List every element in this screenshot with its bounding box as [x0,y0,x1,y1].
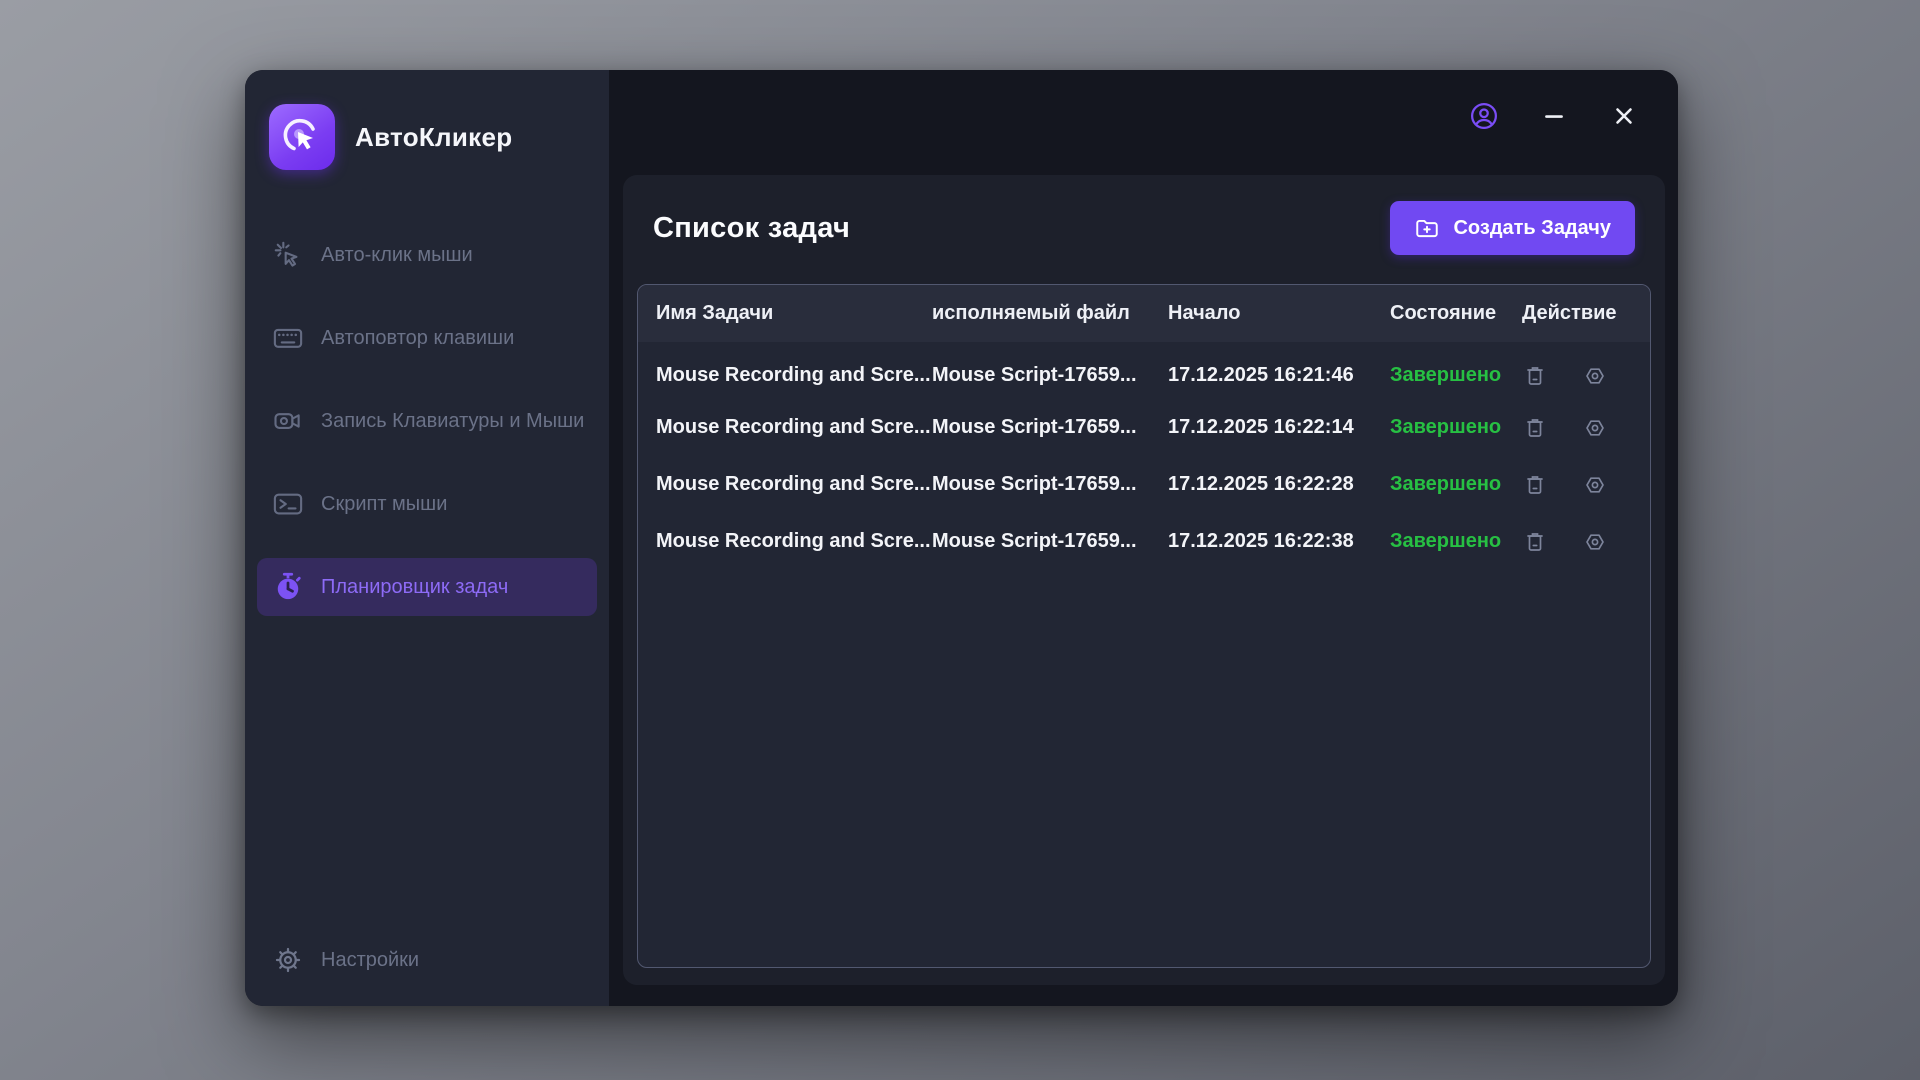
col-header-status: Состояние [1386,285,1518,342]
sidebar-nav: Авто-клик мыши Автоповтор клавиши [245,226,609,616]
folder-plus-icon [1414,215,1440,241]
task-file: Mouse Script-17659... [928,456,1164,513]
task-table-container: Имя Задачи исполняемый файл Начало Состо… [637,284,1651,968]
sidebar-item-mouse-script[interactable]: Скрипт мыши [257,475,597,533]
view-task-icon[interactable] [1582,472,1608,498]
table-row: Mouse Recording and Scre... Mouse Script… [638,342,1650,399]
create-task-label: Создать Задачу [1453,217,1611,240]
task-table: Имя Задачи исполняемый файл Начало Состо… [638,285,1650,570]
col-header-file: исполняемый файл [928,285,1164,342]
view-task-icon[interactable] [1582,529,1608,555]
titlebar [609,70,1678,162]
sidebar: АвтоКликер Авто-клик мыши [245,70,609,1006]
delete-task-icon[interactable] [1522,472,1548,498]
mouse-click-icon [273,240,303,270]
sidebar-item-record[interactable]: Запись Клавиатуры и Мыши [257,392,597,450]
task-start: 17.12.2025 16:22:28 [1164,456,1386,513]
app-window: АвтоКликер Авто-клик мыши [245,70,1678,1006]
table-row: Mouse Recording and Scre... Mouse Script… [638,513,1650,570]
col-header-start: Начало [1164,285,1386,342]
col-header-action: Действие [1518,285,1650,342]
terminal-icon [273,489,303,519]
user-account-icon[interactable] [1464,96,1504,136]
task-list-card: Список задач Создать Задачу [623,175,1665,985]
status-badge: Завершено [1386,399,1518,456]
app-title: АвтоКликер [355,122,512,153]
card-header: Список задач Создать Задачу [651,175,1637,271]
task-file: Mouse Script-17659... [928,513,1164,570]
app-logo-row: АвтоКликер [245,98,609,170]
create-task-button[interactable]: Создать Задачу [1390,201,1635,255]
app-logo-icon [269,104,335,170]
stopwatch-icon [273,572,303,602]
gear-icon [273,945,303,975]
main-area: Список задач Создать Задачу [609,70,1678,1006]
task-start: 17.12.2025 16:22:38 [1164,513,1386,570]
sidebar-item-key-repeat[interactable]: Автоповтор клавиши [257,309,597,367]
task-file: Mouse Script-17659... [928,399,1164,456]
task-name: Mouse Recording and Scre... [638,399,928,456]
keyboard-icon [273,323,303,353]
task-file: Mouse Script-17659... [928,342,1164,399]
status-badge: Завершено [1386,456,1518,513]
sidebar-item-settings[interactable]: Настройки [257,936,597,984]
view-task-icon[interactable] [1582,415,1608,441]
task-name: Mouse Recording and Scre... [638,456,928,513]
video-camera-icon [273,406,303,436]
table-row: Mouse Recording and Scre... Mouse Script… [638,399,1650,456]
table-header-row: Имя Задачи исполняемый файл Начало Состо… [638,285,1650,342]
table-row: Mouse Recording and Scre... Mouse Script… [638,456,1650,513]
sidebar-item-label: Запись Клавиатуры и Мыши [321,410,584,433]
delete-task-icon[interactable] [1522,363,1548,389]
sidebar-item-label: Скрипт мыши [321,493,447,516]
sidebar-item-label: Планировщик задач [321,576,508,599]
view-task-icon[interactable] [1582,363,1608,389]
task-start: 17.12.2025 16:21:46 [1164,342,1386,399]
task-name: Mouse Recording and Scre... [638,513,928,570]
delete-task-icon[interactable] [1522,415,1548,441]
status-badge: Завершено [1386,342,1518,399]
task-start: 17.12.2025 16:22:14 [1164,399,1386,456]
sidebar-item-task-scheduler[interactable]: Планировщик задач [257,558,597,616]
sidebar-item-label: Авто-клик мыши [321,244,473,267]
close-button[interactable] [1604,96,1644,136]
status-badge: Завершено [1386,513,1518,570]
minimize-button[interactable] [1534,96,1574,136]
col-header-name: Имя Задачи [638,285,928,342]
settings-label: Настройки [321,949,419,972]
delete-task-icon[interactable] [1522,529,1548,555]
task-name: Mouse Recording and Scre... [638,342,928,399]
sidebar-item-auto-click[interactable]: Авто-клик мыши [257,226,597,284]
page-title: Список задач [653,212,850,245]
sidebar-item-label: Автоповтор клавиши [321,327,514,350]
